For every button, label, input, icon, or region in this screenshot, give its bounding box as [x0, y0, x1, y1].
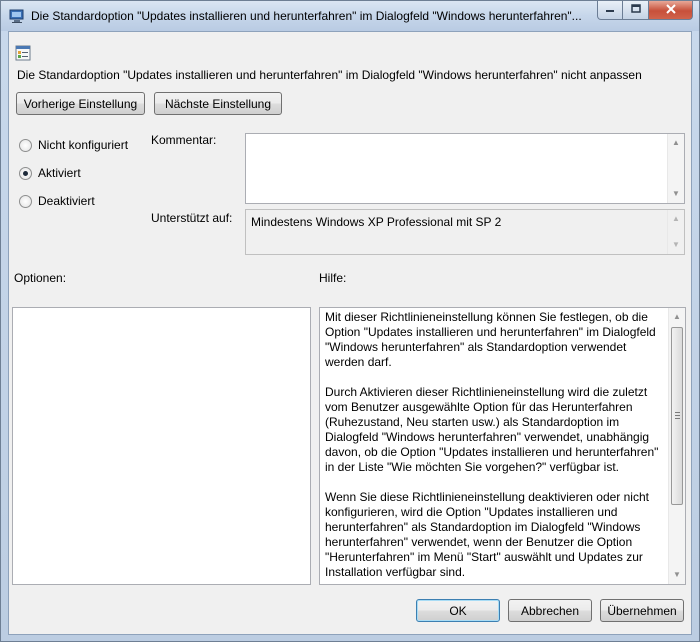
radio-disabled[interactable]: Deaktiviert [19, 194, 95, 208]
maximize-button[interactable] [623, 1, 649, 20]
ok-button[interactable]: OK [416, 599, 500, 622]
help-paragraph: Wenn Sie diese Richtlinieneinstellung de… [325, 490, 649, 579]
apply-button[interactable]: Übernehmen [600, 599, 684, 622]
policy-name: Die Standardoption "Updates installieren… [17, 68, 642, 82]
help-paragraph: Durch Aktivieren dieser Richtlinieneinst… [325, 385, 659, 474]
supported-on-field: Mindestens Windows XP Professional mit S… [245, 209, 685, 255]
dialog-client-area: Die Standardoption "Updates installieren… [8, 31, 692, 635]
scroll-down-icon[interactable]: ▼ [672, 241, 680, 249]
radio-button-checked[interactable] [19, 166, 32, 180]
comment-textarea[interactable]: ▲ ▼ [245, 133, 685, 204]
grip-line [675, 418, 680, 419]
radio-enabled[interactable]: Aktiviert [19, 166, 81, 180]
radio-not-configured[interactable]: Nicht konfiguriert [19, 138, 128, 152]
scroll-thumb[interactable] [671, 327, 683, 505]
options-label: Optionen: [14, 271, 67, 285]
close-icon [665, 3, 677, 17]
radio-label: Aktiviert [38, 166, 81, 180]
window-controls [597, 1, 693, 21]
scroll-up-icon[interactable]: ▲ [672, 139, 680, 147]
title-bar[interactable]: Die Standardoption "Updates installieren… [1, 1, 699, 31]
supported-value: Mindestens Windows XP Professional mit S… [251, 215, 502, 229]
scroll-down-icon[interactable]: ▼ [673, 571, 681, 579]
radio-label: Nicht konfiguriert [38, 138, 129, 152]
app-icon [9, 8, 25, 24]
comment-scrollbar[interactable]: ▲ ▼ [667, 134, 684, 203]
cancel-button[interactable]: Abbrechen [508, 599, 592, 622]
radio-button[interactable] [19, 138, 32, 152]
help-paragraph: Mit dieser Richtlinieneinstellung können… [325, 310, 656, 369]
window-title: Die Standardoption "Updates installieren… [31, 9, 582, 23]
scroll-down-icon[interactable]: ▼ [672, 190, 680, 198]
previous-setting-button[interactable]: Vorherige Einstellung [16, 92, 145, 115]
minimize-button[interactable] [597, 1, 623, 20]
grip-line [675, 412, 680, 413]
help-scrollbar[interactable]: ▲ ▼ [668, 308, 685, 584]
supported-scrollbar[interactable]: ▲ ▼ [667, 210, 684, 254]
comment-label: Kommentar: [151, 133, 217, 147]
policy-setting-icon [15, 45, 31, 61]
close-button[interactable] [649, 1, 693, 20]
radio-label: Deaktiviert [38, 194, 95, 208]
radio-button[interactable] [19, 194, 32, 208]
scroll-up-icon[interactable]: ▲ [673, 313, 681, 321]
minimize-icon [605, 3, 615, 17]
help-text: Mit dieser Richtlinieneinstellung können… [325, 310, 669, 584]
help-panel[interactable]: Mit dieser Richtlinieneinstellung können… [319, 307, 686, 585]
policy-dialog-window: Die Standardoption "Updates installieren… [0, 0, 700, 642]
maximize-icon [630, 3, 641, 17]
next-setting-button[interactable]: Nächste Einstellung [154, 92, 282, 115]
grip-line [675, 415, 680, 416]
scroll-up-icon[interactable]: ▲ [672, 215, 680, 223]
options-panel [12, 307, 311, 585]
supported-label: Unterstützt auf: [151, 211, 233, 225]
help-label: Hilfe: [319, 271, 347, 285]
